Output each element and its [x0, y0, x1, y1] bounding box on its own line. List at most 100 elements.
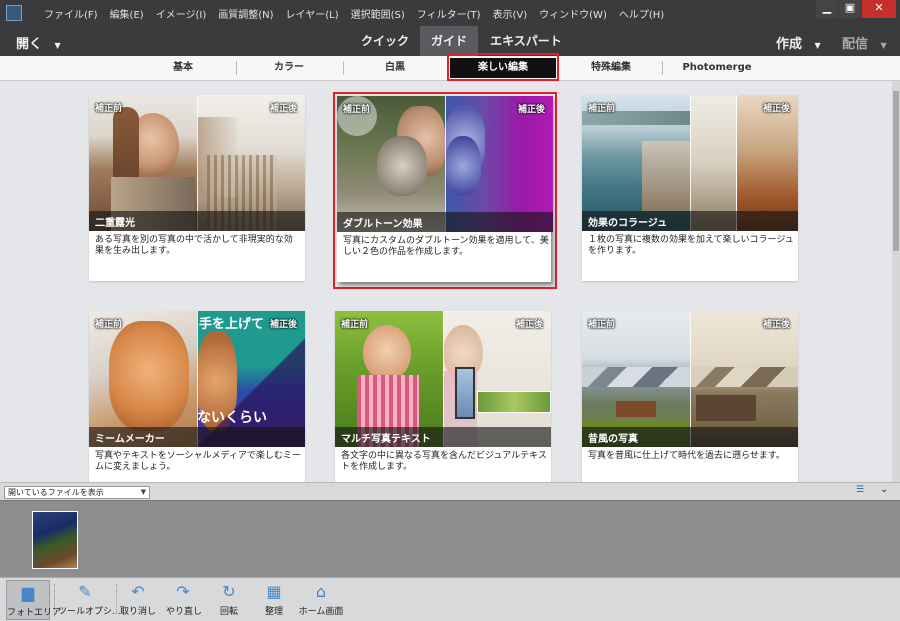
- redo-icon: ↷: [176, 582, 190, 601]
- bin-select-label: 開いているファイルを表示: [8, 488, 104, 497]
- card-title-band: 昔風の写真: [582, 427, 798, 447]
- home-icon: ⌂: [315, 582, 327, 601]
- organize-label: 整理: [264, 607, 283, 617]
- card-description: １枚の写真に複数の効果を加えて楽しいコラージュを作ります。: [588, 235, 794, 256]
- tab-guide[interactable]: ガイド: [420, 26, 478, 56]
- tool-options-label: ツールオプシ...: [58, 607, 121, 617]
- card-preview: 補正前 補正後 二重露光: [89, 95, 305, 231]
- photo-area-label: フォトエリア: [7, 608, 62, 618]
- photo-area-icon: ▆: [21, 583, 35, 602]
- chevron-down-icon: ▼: [140, 488, 146, 496]
- card-description: 各文字の中に異なる写真を含んだビジュアルテキストを作成します。: [341, 451, 547, 472]
- card-description: 写真やテキストをソーシャルメディアで楽しむミームに変えましょう。: [95, 451, 301, 472]
- chevron-down-icon: ▼: [814, 41, 821, 50]
- create-menu[interactable]: 作成 ▼: [776, 33, 821, 52]
- card-title: 効果のコラージュ: [588, 218, 668, 229]
- meme-top-text: 手を上げて: [199, 317, 265, 332]
- guide-card-multi-photo-text[interactable]: 補正前 補正後 マルチ写真テキスト 各文字の中に異なる写真を含んだビジュアルテキ…: [335, 311, 551, 482]
- redo-button[interactable]: ↷ やり直し: [166, 580, 203, 620]
- tab-expert[interactable]: エキスパート: [486, 26, 566, 56]
- category-bw[interactable]: 白黒: [362, 56, 428, 80]
- scrollbar-thumb[interactable]: [893, 91, 899, 251]
- category-divider: [343, 61, 344, 75]
- menu-filter[interactable]: フィルター(T): [411, 6, 487, 21]
- undo-label: 取り消し: [120, 607, 157, 617]
- open-menu[interactable]: 開く ▼: [16, 33, 61, 52]
- after-label: 補正後: [517, 105, 545, 115]
- close-button[interactable]: ✕: [862, 0, 896, 18]
- toolbar-divider: [116, 584, 117, 614]
- after-label: 補正後: [762, 104, 790, 114]
- after-label: 補正後: [515, 320, 543, 330]
- card-title: マルチ写真テキスト: [341, 434, 431, 445]
- organize-button[interactable]: ▦ 整理: [258, 580, 290, 620]
- menu-layer[interactable]: レイヤー(L): [280, 6, 345, 21]
- app-icon[interactable]: [6, 5, 22, 21]
- photo-area-button[interactable]: ▆ フォトエリア: [6, 580, 62, 620]
- card-title-band: マルチ写真テキスト: [335, 427, 551, 447]
- card-description: 写真にカスタムのダブルトーン効果を適用して、美しい２色の作品を作成します。: [343, 236, 549, 257]
- after-label: 補正後: [762, 320, 790, 330]
- card-preview: 補正前 補正後 昔風の写真: [582, 311, 798, 447]
- bin-file-select[interactable]: 開いているファイルを表示 ▼: [4, 486, 150, 499]
- rotate-button[interactable]: ↻ 回転: [212, 580, 246, 620]
- maximize-button[interactable]: ▣: [839, 0, 861, 18]
- menu-edit[interactable]: 編集(E): [104, 6, 150, 21]
- card-preview: 補正前 補正後 ダブルトーン効果: [337, 96, 553, 232]
- undo-icon: ↶: [131, 582, 145, 601]
- meme-bottom-text: ないくらい: [197, 410, 267, 426]
- guide-card-double-exposure[interactable]: 補正前 補正後 二重露光 ある写真を別の写真の中で活かして非現実的な効果を生み出…: [89, 95, 305, 281]
- menu-help[interactable]: ヘルプ(H): [613, 6, 670, 21]
- menu-select[interactable]: 選択範囲(S): [345, 6, 411, 21]
- card-title-band: 効果のコラージュ: [582, 211, 798, 231]
- card-title-band: 二重露光: [89, 211, 305, 231]
- guide-card-duotone[interactable]: 補正前 補正後 ダブルトーン効果 写真にカスタムのダブルトーン効果を適用して、美…: [333, 92, 557, 289]
- before-label: 補正前: [343, 105, 371, 115]
- tab-quick[interactable]: クイック: [356, 26, 414, 56]
- home-screen-button[interactable]: ⌂ ホーム画面: [298, 580, 344, 620]
- menu-view[interactable]: 表示(V): [487, 6, 534, 21]
- card-title-band: ミームメーカー: [89, 427, 305, 447]
- menu-file[interactable]: ファイル(F): [38, 6, 104, 21]
- photo-thumbnail[interactable]: [32, 511, 78, 569]
- card-preview: 補正前 補正後 効果のコラージュ: [582, 95, 798, 231]
- rotate-icon: ↻: [222, 582, 236, 601]
- title-bar: ファイル(F) 編集(E) イメージ(I) 画質調整(N) レイヤー(L) 選択…: [0, 0, 900, 26]
- after-label: 補正後: [269, 320, 297, 330]
- card-title: 二重露光: [95, 218, 135, 229]
- card-description: ある写真を別の写真の中で活かして非現実的な効果を生み出します。: [95, 235, 293, 256]
- chevron-down-icon: ▼: [54, 41, 61, 50]
- minimize-button[interactable]: ▁: [816, 0, 838, 18]
- guide-card-effects-collage[interactable]: 補正前 補正後 効果のコラージュ １枚の写真に複数の効果を加えて楽しいコラージュ…: [582, 95, 798, 281]
- grid-icon: ▦: [266, 582, 282, 601]
- category-photomerge[interactable]: Photomerge: [680, 56, 754, 80]
- before-label: 補正前: [341, 320, 369, 330]
- category-divider: [236, 61, 237, 75]
- undo-button[interactable]: ↶ 取り消し: [120, 580, 156, 620]
- share-label: 配信: [842, 37, 869, 52]
- share-menu[interactable]: 配信 ▼: [842, 33, 887, 52]
- tool-options-button[interactable]: ✎ ツールオプシ...: [58, 580, 121, 620]
- menu-image[interactable]: イメージ(I): [150, 6, 213, 21]
- rotate-label: 回転: [219, 607, 238, 617]
- photo-bin: [0, 500, 900, 577]
- guide-card-meme-maker[interactable]: 手を上げて ないくらい 補正前 補正後 ミームメーカー 写真やテキストをソーシャ…: [89, 311, 305, 482]
- selection-highlight: [447, 53, 559, 81]
- before-label: 補正前: [588, 320, 616, 330]
- category-color[interactable]: カラー: [256, 56, 322, 80]
- card-description: 写真を昔風に仕上げて時代を過去に遡らせます。: [588, 451, 785, 461]
- collapse-chevron-icon[interactable]: ⌄: [880, 484, 888, 495]
- menu-window[interactable]: ウィンドウ(W): [533, 6, 613, 21]
- bin-options-icon[interactable]: ☰: [856, 485, 864, 495]
- redo-label: やり直し: [166, 607, 203, 617]
- guide-card-old-fashioned-photo[interactable]: 補正前 補正後 昔風の写真 写真を昔風に仕上げて時代を過去に遡らせます。: [582, 311, 798, 482]
- home-screen-label: ホーム画面: [298, 607, 344, 617]
- before-label: 補正前: [95, 320, 123, 330]
- gallery-scrollbar[interactable]: [892, 81, 900, 482]
- menu-enhance[interactable]: 画質調整(N): [212, 6, 279, 21]
- category-basic[interactable]: 基本: [150, 56, 216, 80]
- before-label: 補正前: [95, 104, 123, 114]
- menu-bar: ファイル(F) 編集(E) イメージ(I) 画質調整(N) レイヤー(L) 選択…: [38, 0, 670, 26]
- card-title-band: ダブルトーン効果: [337, 212, 553, 232]
- category-special[interactable]: 特殊編集: [575, 56, 647, 80]
